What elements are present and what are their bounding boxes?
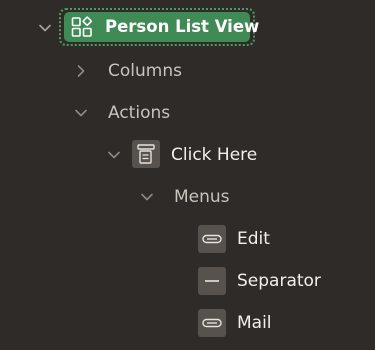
tree-node-actions[interactable]: Actions bbox=[108, 103, 170, 123]
tree-node-click-here[interactable]: Click Here bbox=[171, 145, 257, 165]
menu-entry-icon bbox=[198, 225, 226, 253]
tree-node-menus[interactable]: Menus bbox=[174, 187, 230, 207]
collapse-chevron-click-here[interactable] bbox=[104, 145, 124, 165]
tree-node-edit[interactable]: Edit bbox=[237, 229, 270, 249]
tree-node-separator[interactable]: Separator bbox=[237, 271, 321, 291]
collapse-chevron-menus[interactable] bbox=[137, 187, 157, 207]
separator-icon bbox=[198, 267, 226, 295]
collapse-chevron-actions[interactable] bbox=[71, 103, 91, 123]
expand-chevron-columns[interactable] bbox=[71, 61, 91, 81]
tree-node-columns[interactable]: Columns bbox=[108, 61, 182, 81]
button-region-icon bbox=[132, 140, 160, 168]
tree-node-label-person-list-view: Person List View bbox=[105, 17, 260, 36]
menu-entry-icon bbox=[198, 309, 226, 337]
page-layout-icon bbox=[70, 15, 94, 39]
chevron-down-icon bbox=[75, 109, 87, 117]
chevron-right-icon bbox=[77, 65, 85, 77]
chevron-down-icon bbox=[108, 151, 120, 159]
collapse-chevron-root[interactable] bbox=[35, 18, 55, 38]
chevron-down-icon bbox=[39, 24, 51, 32]
chevron-down-icon bbox=[141, 193, 153, 201]
tree-node-mail[interactable]: Mail bbox=[237, 313, 272, 333]
